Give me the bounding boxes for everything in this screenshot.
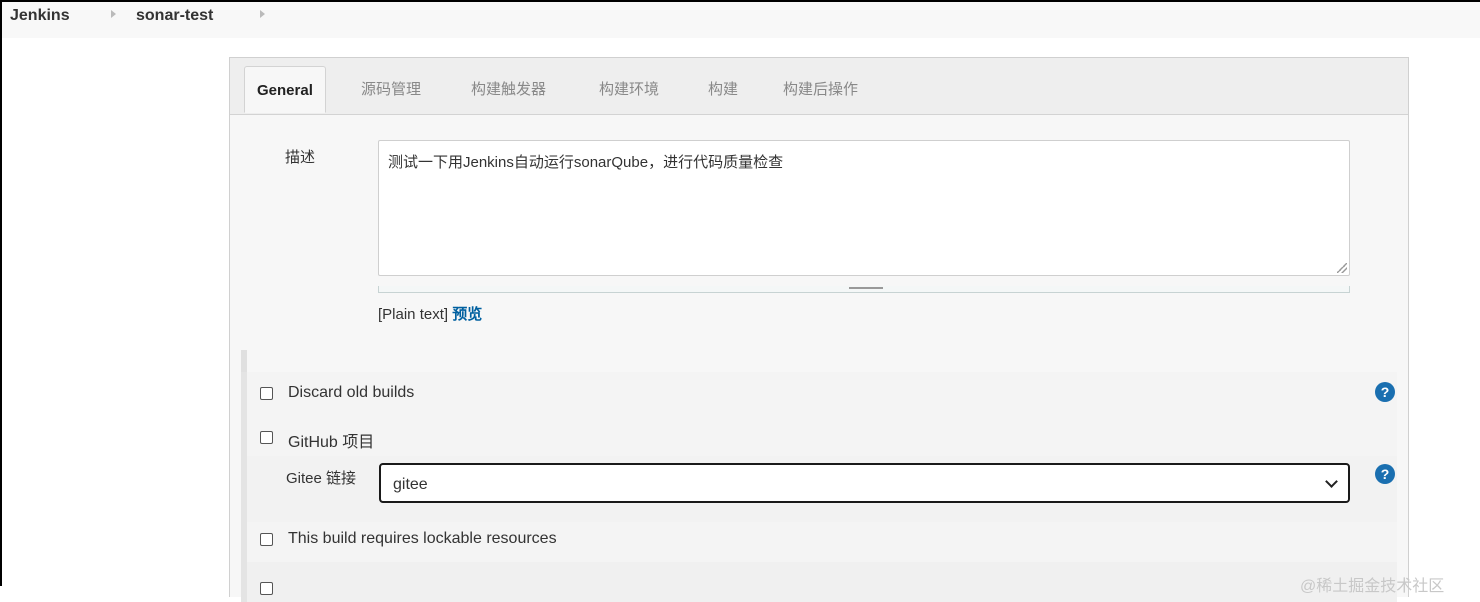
next-option-section bbox=[241, 562, 1397, 602]
lockable-resources-label[interactable]: This build requires lockable resources bbox=[288, 530, 557, 548]
github-project-checkbox[interactable] bbox=[260, 431, 273, 444]
tab-bar: General 源码管理 构建触发器 构建环境 构建 构建后操作 bbox=[230, 58, 1408, 115]
breadcrumb-chevron-icon[interactable] bbox=[111, 10, 116, 18]
tab-source-code[interactable]: 源码管理 bbox=[361, 79, 421, 101]
section-spacer bbox=[241, 350, 1397, 372]
tab-general[interactable]: General bbox=[244, 66, 326, 113]
format-text: [Plain text] bbox=[378, 306, 449, 323]
breadcrumb-chevron-icon[interactable] bbox=[260, 10, 265, 18]
description-label: 描述 bbox=[285, 149, 316, 166]
breadcrumb-jenkins[interactable]: Jenkins bbox=[10, 5, 70, 27]
discard-old-builds-label[interactable]: Discard old builds bbox=[288, 384, 414, 402]
tab-build-environment[interactable]: 构建环境 bbox=[599, 79, 659, 101]
next-option-checkbox[interactable] bbox=[260, 582, 273, 595]
watermark: @稀土掘金技术社区 bbox=[1300, 578, 1445, 595]
description-textarea[interactable]: 测试一下用Jenkins自动运行sonarQube，进行代码质量检查 bbox=[378, 140, 1350, 276]
options-section: Discard old builds ? GitHub 项目 bbox=[241, 372, 1397, 460]
gitee-label: Gitee 链接 bbox=[286, 470, 357, 487]
help-icon[interactable]: ? bbox=[1375, 464, 1395, 484]
textarea-grip[interactable] bbox=[378, 286, 1350, 293]
preview-link[interactable]: 预览 bbox=[452, 306, 482, 323]
tab-build[interactable]: 构建 bbox=[708, 79, 738, 101]
lockable-resources-checkbox[interactable] bbox=[260, 533, 273, 546]
tab-build-triggers[interactable]: 构建触发器 bbox=[471, 79, 546, 101]
tab-post-build[interactable]: 构建后操作 bbox=[783, 79, 858, 101]
config-panel: General 源码管理 构建触发器 构建环境 构建 构建后操作 描述 测试一下… bbox=[229, 57, 1409, 602]
lockable-section: This build requires lockable resources bbox=[241, 522, 1397, 562]
grip-bar bbox=[849, 287, 883, 289]
gitee-select[interactable]: gitee bbox=[379, 463, 1350, 503]
github-project-label[interactable]: GitHub 项目 bbox=[288, 428, 374, 452]
breadcrumb: Jenkins sonar-test bbox=[2, 2, 1480, 38]
window-left-border bbox=[0, 0, 2, 586]
chevron-down-icon bbox=[1325, 475, 1338, 488]
resize-handle-icon[interactable] bbox=[1337, 263, 1347, 273]
format-line: [Plain text] 预览 bbox=[378, 303, 482, 324]
breadcrumb-sonar-test[interactable]: sonar-test bbox=[136, 5, 213, 27]
help-icon[interactable]: ? bbox=[1375, 382, 1395, 402]
gitee-select-value: gitee bbox=[393, 476, 428, 493]
discard-old-builds-checkbox[interactable] bbox=[260, 387, 273, 400]
